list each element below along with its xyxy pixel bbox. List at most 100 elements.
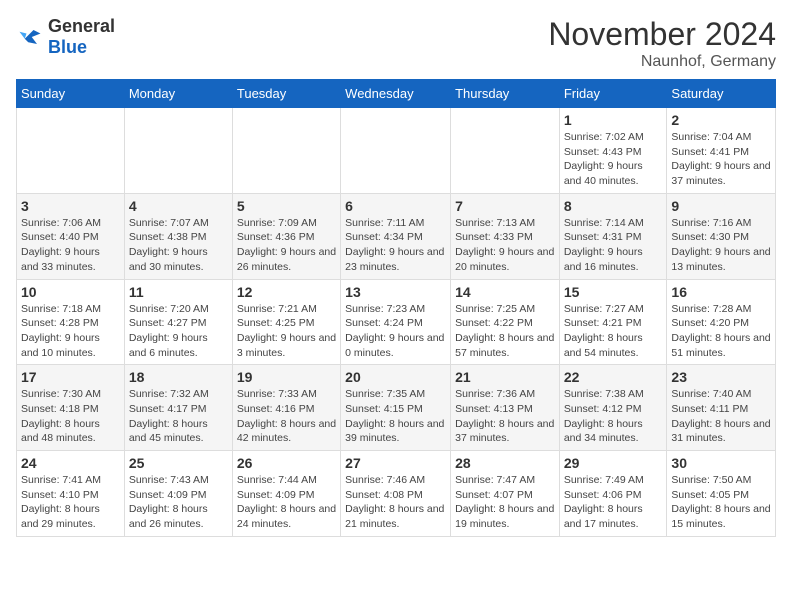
day-number: 1 <box>564 112 663 128</box>
day-info: Sunrise: 7:25 AM Sunset: 4:22 PM Dayligh… <box>455 302 555 361</box>
calendar-cell: 30 Sunrise: 7:50 AM Sunset: 4:05 PM Dayli… <box>667 451 776 537</box>
calendar-cell: 29Sunrise: 7:49 AM Sunset: 4:06 PM Dayli… <box>559 451 667 537</box>
calendar-week-row: 3 Sunrise: 7:06 AM Sunset: 4:40 PM Daylig… <box>17 193 776 279</box>
day-number: 10 <box>21 284 120 300</box>
day-info: Sunrise: 7:43 AM Sunset: 4:09 PM Dayligh… <box>129 473 228 532</box>
logo-text-general: General <box>48 16 115 36</box>
calendar-cell: 7 Sunrise: 7:13 AM Sunset: 4:33 PM Daylig… <box>451 193 560 279</box>
calendar-cell: 6 Sunrise: 7:11 AM Sunset: 4:34 PM Daylig… <box>341 193 451 279</box>
day-number: 21 <box>455 369 555 385</box>
day-info: Sunrise: 7:27 AM Sunset: 4:21 PM Dayligh… <box>564 302 663 361</box>
day-number: 7 <box>455 198 555 214</box>
day-number: 30 <box>671 455 771 471</box>
day-info: Sunrise: 7:33 AM Sunset: 4:16 PM Dayligh… <box>237 387 336 446</box>
month-title: November 2024 <box>548 16 776 53</box>
day-number: 22 <box>564 369 663 385</box>
calendar-cell: 8Sunrise: 7:14 AM Sunset: 4:31 PM Daylig… <box>559 193 667 279</box>
calendar-cell: 14 Sunrise: 7:25 AM Sunset: 4:22 PM Dayli… <box>451 279 560 365</box>
logo: General Blue <box>16 16 115 58</box>
day-number: 6 <box>345 198 446 214</box>
calendar-cell: 20Sunrise: 7:35 AM Sunset: 4:15 PM Dayli… <box>341 365 451 451</box>
calendar-cell: 10 Sunrise: 7:18 AM Sunset: 4:28 PM Dayli… <box>17 279 125 365</box>
logo-text-blue: Blue <box>48 37 87 57</box>
calendar-cell: 9Sunrise: 7:16 AM Sunset: 4:30 PM Daylig… <box>667 193 776 279</box>
calendar-cell: 5 Sunrise: 7:09 AM Sunset: 4:36 PM Daylig… <box>232 193 340 279</box>
calendar-cell: 11 Sunrise: 7:20 AM Sunset: 4:27 PM Dayli… <box>124 279 232 365</box>
calendar-cell: 21 Sunrise: 7:36 AM Sunset: 4:13 PM Dayli… <box>451 365 560 451</box>
calendar-week-row: 10 Sunrise: 7:18 AM Sunset: 4:28 PM Dayli… <box>17 279 776 365</box>
calendar-cell: 12 Sunrise: 7:21 AM Sunset: 4:25 PM Dayli… <box>232 279 340 365</box>
weekday-header-row: SundayMondayTuesdayWednesdayThursdayFrid… <box>17 80 776 108</box>
location: Naunhof, Germany <box>548 53 776 71</box>
day-info: Sunrise: 7:02 AM Sunset: 4:43 PM Dayligh… <box>564 130 663 189</box>
day-number: 2 <box>671 112 771 128</box>
day-number: 17 <box>21 369 120 385</box>
day-info: Sunrise: 7:21 AM Sunset: 4:25 PM Dayligh… <box>237 302 336 361</box>
day-number: 18 <box>129 369 228 385</box>
calendar-cell: 4 Sunrise: 7:07 AM Sunset: 4:38 PM Daylig… <box>124 193 232 279</box>
weekday-header-wednesday: Wednesday <box>341 80 451 108</box>
calendar-cell: 15 Sunrise: 7:27 AM Sunset: 4:21 PM Dayli… <box>559 279 667 365</box>
calendar-cell: 27Sunrise: 7:46 AM Sunset: 4:08 PM Dayli… <box>341 451 451 537</box>
calendar-header: SundayMondayTuesdayWednesdayThursdayFrid… <box>17 80 776 108</box>
calendar-cell: 18 Sunrise: 7:32 AM Sunset: 4:17 PM Dayli… <box>124 365 232 451</box>
day-number: 27 <box>345 455 446 471</box>
day-info: Sunrise: 7:13 AM Sunset: 4:33 PM Dayligh… <box>455 216 555 275</box>
day-number: 11 <box>129 284 228 300</box>
day-info: Sunrise: 7:41 AM Sunset: 4:10 PM Dayligh… <box>21 473 120 532</box>
calendar-week-row: 17Sunrise: 7:30 AM Sunset: 4:18 PM Dayli… <box>17 365 776 451</box>
day-number: 15 <box>564 284 663 300</box>
calendar-cell <box>451 108 560 194</box>
day-number: 12 <box>237 284 336 300</box>
calendar-cell: 22 Sunrise: 7:38 AM Sunset: 4:12 PM Dayli… <box>559 365 667 451</box>
day-info: Sunrise: 7:40 AM Sunset: 4:11 PM Dayligh… <box>671 387 771 446</box>
day-info: Sunrise: 7:50 AM Sunset: 4:05 PM Dayligh… <box>671 473 771 532</box>
calendar-cell: 13Sunrise: 7:23 AM Sunset: 4:24 PM Dayli… <box>341 279 451 365</box>
day-info: Sunrise: 7:07 AM Sunset: 4:38 PM Dayligh… <box>129 216 228 275</box>
calendar-cell: 25 Sunrise: 7:43 AM Sunset: 4:09 PM Dayli… <box>124 451 232 537</box>
day-number: 8 <box>564 198 663 214</box>
day-number: 25 <box>129 455 228 471</box>
calendar-cell: 28 Sunrise: 7:47 AM Sunset: 4:07 PM Dayli… <box>451 451 560 537</box>
weekday-header-friday: Friday <box>559 80 667 108</box>
calendar-cell: 23Sunrise: 7:40 AM Sunset: 4:11 PM Dayli… <box>667 365 776 451</box>
day-number: 4 <box>129 198 228 214</box>
day-info: Sunrise: 7:18 AM Sunset: 4:28 PM Dayligh… <box>21 302 120 361</box>
day-info: Sunrise: 7:11 AM Sunset: 4:34 PM Dayligh… <box>345 216 446 275</box>
calendar-cell <box>341 108 451 194</box>
logo-bird-icon <box>16 23 44 51</box>
day-info: Sunrise: 7:36 AM Sunset: 4:13 PM Dayligh… <box>455 387 555 446</box>
day-info: Sunrise: 7:06 AM Sunset: 4:40 PM Dayligh… <box>21 216 120 275</box>
day-number: 14 <box>455 284 555 300</box>
day-number: 26 <box>237 455 336 471</box>
calendar-body: 1 Sunrise: 7:02 AM Sunset: 4:43 PM Daylig… <box>17 108 776 537</box>
weekday-header-thursday: Thursday <box>451 80 560 108</box>
calendar-cell <box>232 108 340 194</box>
day-info: Sunrise: 7:35 AM Sunset: 4:15 PM Dayligh… <box>345 387 446 446</box>
day-number: 16 <box>671 284 771 300</box>
weekday-header-saturday: Saturday <box>667 80 776 108</box>
calendar-cell: 19 Sunrise: 7:33 AM Sunset: 4:16 PM Dayli… <box>232 365 340 451</box>
day-info: Sunrise: 7:32 AM Sunset: 4:17 PM Dayligh… <box>129 387 228 446</box>
day-number: 9 <box>671 198 771 214</box>
day-number: 13 <box>345 284 446 300</box>
day-number: 24 <box>21 455 120 471</box>
day-info: Sunrise: 7:09 AM Sunset: 4:36 PM Dayligh… <box>237 216 336 275</box>
day-info: Sunrise: 7:28 AM Sunset: 4:20 PM Dayligh… <box>671 302 771 361</box>
day-number: 19 <box>237 369 336 385</box>
calendar-cell: 3 Sunrise: 7:06 AM Sunset: 4:40 PM Daylig… <box>17 193 125 279</box>
day-info: Sunrise: 7:04 AM Sunset: 4:41 PM Dayligh… <box>671 130 771 189</box>
day-number: 5 <box>237 198 336 214</box>
weekday-header-tuesday: Tuesday <box>232 80 340 108</box>
page-header: General Blue November 2024 Naunhof, Germ… <box>16 16 776 71</box>
day-info: Sunrise: 7:47 AM Sunset: 4:07 PM Dayligh… <box>455 473 555 532</box>
day-info: Sunrise: 7:44 AM Sunset: 4:09 PM Dayligh… <box>237 473 336 532</box>
day-number: 3 <box>21 198 120 214</box>
day-info: Sunrise: 7:38 AM Sunset: 4:12 PM Dayligh… <box>564 387 663 446</box>
day-info: Sunrise: 7:20 AM Sunset: 4:27 PM Dayligh… <box>129 302 228 361</box>
day-number: 28 <box>455 455 555 471</box>
weekday-header-monday: Monday <box>124 80 232 108</box>
calendar-cell: 24 Sunrise: 7:41 AM Sunset: 4:10 PM Dayli… <box>17 451 125 537</box>
day-number: 29 <box>564 455 663 471</box>
calendar-cell <box>124 108 232 194</box>
